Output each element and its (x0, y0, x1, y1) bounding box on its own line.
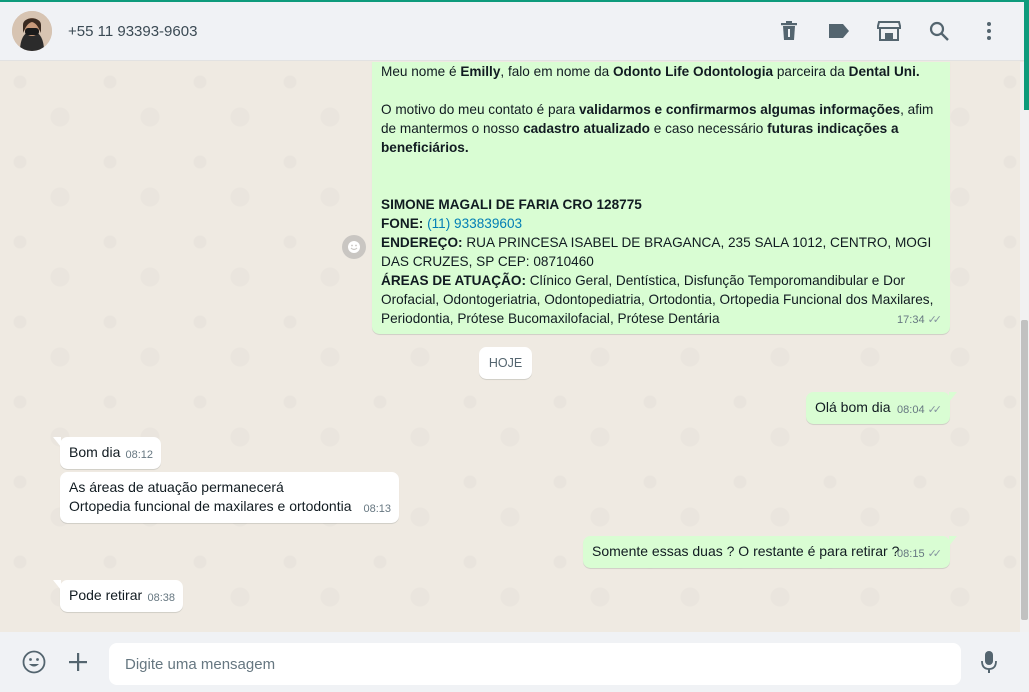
message-text: Meu nome é (381, 64, 461, 79)
search-icon[interactable] (926, 18, 952, 44)
phone-link[interactable]: (11) 933839603 (427, 216, 522, 231)
message-text-bold: Odonto Life Odontologia (612, 64, 774, 79)
message-time: 08:13 (363, 503, 391, 515)
label-icon[interactable] (826, 18, 852, 44)
message-text: parceira da (773, 64, 849, 79)
message-meta: 08:12 (125, 446, 153, 465)
bubble-tail (949, 536, 957, 546)
contact-avatar[interactable] (12, 11, 52, 51)
read-ticks-icon: ✓✓ (927, 548, 943, 560)
chat-scrollbar[interactable] (1020, 62, 1029, 632)
message-text: e caso necessário (649, 121, 768, 136)
message-outgoing[interactable]: Somente essas duas ? O restante é para r… (583, 536, 957, 568)
smiley-icon (348, 241, 360, 253)
message-meta: 08:04 ✓✓ (897, 401, 942, 420)
scrollbar-thumb[interactable] (1021, 320, 1028, 620)
microphone-icon[interactable] (976, 649, 1002, 675)
message-text: Ortopedia funcional de maxilares e ortod… (69, 498, 352, 514)
message-meta: 08:15 ✓✓ (897, 545, 942, 564)
message-text: As áreas de atuação permanecerá (69, 479, 284, 495)
message-outgoing[interactable]: Meu nome é Emilly, falo em nome da Odont… (372, 62, 950, 334)
dentist-name: SIMONE MAGALI DE FARIA CRO 128775 (381, 197, 642, 212)
address-value: RUA PRINCESA ISABEL DE BRAGANCA, 235 SAL… (381, 235, 932, 269)
window-accent-strip (1024, 0, 1029, 110)
message-text: , falo em nome da (500, 64, 613, 79)
read-ticks-icon: ✓✓ (927, 404, 943, 416)
chat-header: +55 11 93393-9603 (0, 2, 1029, 61)
contact-name[interactable]: +55 11 93393-9603 (68, 23, 197, 40)
message-outgoing[interactable]: Olá bom dia 08:04 ✓✓ (806, 392, 957, 424)
bubble-tail (53, 580, 61, 590)
message-text-bold: validarmos e confirmarmos algumas inform… (578, 102, 901, 117)
message-meta: 08:13 (363, 500, 391, 519)
bubble-tail (949, 392, 957, 402)
message-text-bold: Dental Uni. (848, 64, 920, 79)
message-time: 08:15 (897, 548, 925, 560)
date-divider: HOJE (479, 347, 532, 379)
message-text-bold: Emilly (460, 64, 501, 79)
message-time: 08:04 (897, 404, 925, 416)
read-ticks-icon: ✓✓ (927, 314, 943, 326)
top-accent-line (0, 0, 1029, 2)
message-time: 17:34 (897, 314, 925, 326)
message-meta: 08:38 (147, 589, 175, 608)
message-text: O motivo do meu contato é para (381, 102, 579, 117)
message-text: Somente essas duas ? O restante é para r… (592, 543, 900, 559)
bubble-tail (53, 437, 61, 447)
message-text: Olá bom dia (815, 399, 891, 415)
message-incoming[interactable]: As áreas de atuação permanecerá Ortopedi… (60, 472, 399, 523)
message-incoming[interactable]: Bom dia 08:12 (53, 437, 161, 469)
message-meta: 17:34 ✓✓ (897, 311, 942, 330)
message-text: Bom dia (69, 444, 121, 460)
phone-label: FONE: (381, 216, 424, 231)
message-input[interactable] (109, 643, 961, 685)
areas-label: ÁREAS DE ATUAÇÃO: (381, 273, 526, 288)
menu-icon[interactable] (976, 18, 1002, 44)
address-label: ENDEREÇO: (381, 235, 463, 250)
message-time: 08:38 (147, 592, 175, 604)
delete-icon[interactable] (776, 18, 802, 44)
attach-icon[interactable] (65, 649, 91, 675)
chat-area[interactable]: Meu nome é Emilly, falo em nome da Odont… (0, 62, 1020, 632)
compose-bar (0, 632, 1029, 692)
emoji-icon[interactable] (21, 649, 47, 675)
avatar-image (12, 11, 52, 51)
message-incoming[interactable]: Pode retirar 08:38 (53, 580, 183, 612)
catalog-icon[interactable] (876, 18, 902, 44)
message-text: Pode retirar (69, 587, 143, 603)
reaction-emoji-button[interactable] (342, 235, 366, 259)
message-time: 08:12 (125, 449, 153, 461)
message-text-bold: cadastro atualizado (523, 121, 650, 136)
